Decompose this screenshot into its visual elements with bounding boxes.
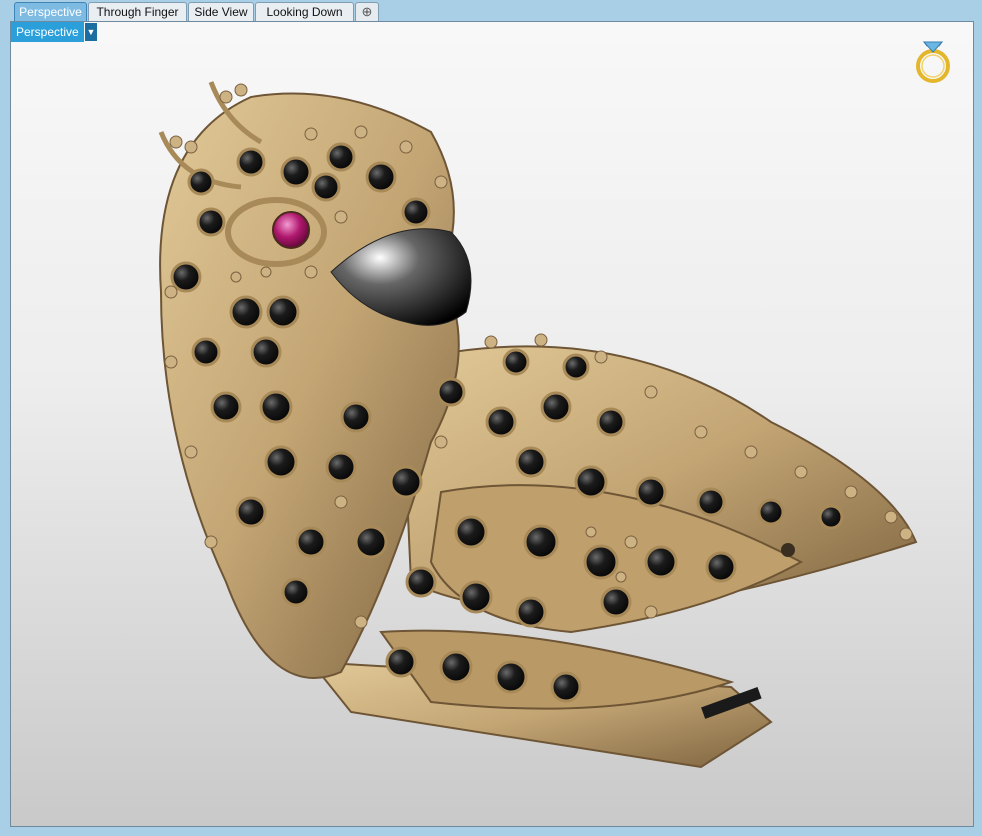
3d-viewport[interactable]: Perspective ▼ (10, 21, 974, 827)
plus-icon: ⊕ (361, 4, 373, 19)
tab-through-finger[interactable]: Through Finger (88, 2, 187, 21)
window-bottom-edge (0, 827, 982, 836)
add-tab-button[interactable]: ⊕ (355, 2, 379, 21)
tab-looking-down[interactable]: Looking Down (255, 2, 354, 21)
tab-perspective[interactable]: Perspective (14, 2, 87, 21)
view-tab-bar: Perspective Through Finger Side View Loo… (0, 0, 982, 22)
tab-side-view[interactable]: Side View (188, 2, 254, 21)
jewelry-model-render[interactable] (11, 22, 974, 827)
